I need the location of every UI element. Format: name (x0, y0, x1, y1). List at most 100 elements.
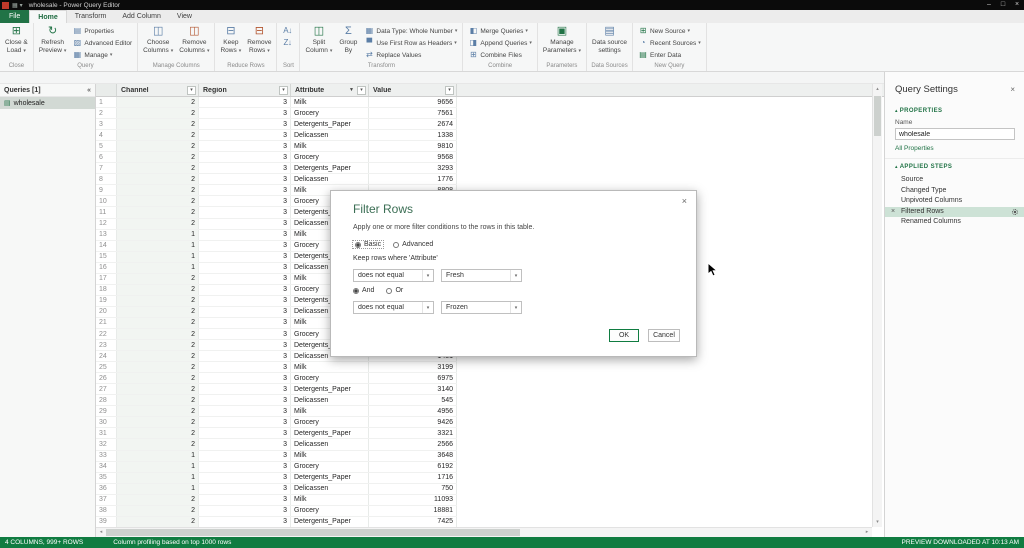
row-number[interactable]: 35 (96, 473, 117, 483)
tab-transform[interactable]: Transform (67, 10, 115, 23)
cell[interactable]: Milk (291, 495, 369, 505)
cell[interactable]: Grocery (291, 462, 369, 472)
cell[interactable]: 7561 (369, 108, 457, 118)
merge-queries-button[interactable]: ◧Merge Queries▾ (465, 25, 535, 37)
cell[interactable]: 3 (199, 230, 291, 240)
cell[interactable]: 3 (199, 252, 291, 262)
cell[interactable]: 3 (199, 351, 291, 361)
recent-sources-button[interactable]: ◔Recent Sources▾ (635, 37, 704, 49)
cell[interactable]: 2 (117, 351, 199, 361)
use-first-row-as-headers-button[interactable]: ▀Use First Row as Headers▾ (361, 37, 460, 49)
row-number[interactable]: 23 (96, 340, 117, 350)
row-number[interactable]: 5 (96, 141, 117, 151)
cell[interactable]: 2 (117, 130, 199, 140)
query-item-wholesale[interactable]: ▤wholesale (0, 97, 95, 109)
cell[interactable]: 2 (117, 517, 199, 527)
cell[interactable]: 2 (117, 307, 199, 317)
horizontal-scroll-thumb[interactable] (106, 529, 520, 536)
cell[interactable]: Delicassen (291, 439, 369, 449)
cell[interactable]: Milk (291, 451, 369, 461)
scroll-up-icon[interactable]: ▴ (873, 84, 882, 94)
basic-radio[interactable]: Basic (353, 241, 383, 248)
cell[interactable]: 3 (199, 219, 291, 229)
row-number[interactable]: 32 (96, 439, 117, 449)
cell[interactable]: 3 (199, 185, 291, 195)
cell[interactable]: 3 (199, 329, 291, 339)
cell[interactable]: Detergents_Paper (291, 384, 369, 394)
chevron-down-icon[interactable]: ▾ (510, 302, 521, 313)
row-number[interactable]: 10 (96, 196, 117, 206)
cell[interactable]: Milk (291, 97, 369, 107)
row-number[interactable]: 4 (96, 130, 117, 140)
scroll-right-icon[interactable]: ▸ (862, 528, 872, 537)
cell[interactable]: 2 (117, 373, 199, 383)
cell[interactable]: 2 (117, 185, 199, 195)
cell[interactable]: Milk (291, 362, 369, 372)
row-number[interactable]: 14 (96, 241, 117, 251)
cell[interactable]: 1 (117, 451, 199, 461)
cell[interactable]: 3 (199, 495, 291, 505)
cell[interactable]: 7425 (369, 517, 457, 527)
cell[interactable]: 18881 (369, 506, 457, 516)
cell[interactable]: Delicassen (291, 174, 369, 184)
cell[interactable]: Grocery (291, 506, 369, 516)
data-type-whole-number-button[interactable]: ▦Data Type: Whole Number▾ (361, 25, 460, 37)
row-number[interactable]: 6 (96, 152, 117, 162)
split-column-button[interactable]: ◫SplitColumn▾ (302, 24, 335, 62)
cell[interactable]: 3 (199, 108, 291, 118)
cell[interactable]: 3 (199, 207, 291, 217)
cell[interactable]: 2 (117, 274, 199, 284)
remove-columns-button[interactable]: ◫RemoveColumns▾ (176, 24, 212, 62)
cell[interactable]: 1 (117, 241, 199, 251)
column-filter-dropdown-icon[interactable]: ▾ (279, 86, 288, 95)
column-header-region[interactable]: Region▾ (199, 84, 291, 96)
cell[interactable]: 3 (199, 318, 291, 328)
cell[interactable]: 3 (199, 373, 291, 383)
vertical-scroll-thumb[interactable] (874, 96, 881, 136)
cell[interactable]: 6975 (369, 373, 457, 383)
cell[interactable]: 3 (199, 174, 291, 184)
replace-values-button[interactable]: ⇄Replace Values (361, 49, 460, 61)
cell[interactable]: Grocery (291, 373, 369, 383)
row-number[interactable]: 26 (96, 373, 117, 383)
dialog-close-icon[interactable]: × (682, 196, 687, 206)
row-number[interactable]: 15 (96, 252, 117, 262)
cell[interactable]: 1776 (369, 174, 457, 184)
group-by-button[interactable]: ΣGroupBy (335, 24, 361, 62)
cell[interactable]: 2 (117, 318, 199, 328)
remove-rows-button[interactable]: ⊟RemoveRows▾ (244, 24, 274, 62)
manage-parameters-button[interactable]: ▣ManageParameters▾ (540, 24, 584, 62)
cell[interactable]: Delicassen (291, 130, 369, 140)
chevron-down-icon[interactable]: ▾ (510, 270, 521, 281)
row-number[interactable]: 7 (96, 163, 117, 173)
cell[interactable]: 1 (117, 473, 199, 483)
cell[interactable]: 2 (117, 108, 199, 118)
row-number[interactable]: 8 (96, 174, 117, 184)
row-number[interactable]: 25 (96, 362, 117, 372)
cell[interactable]: 3648 (369, 451, 457, 461)
advanced-radio[interactable]: Advanced (393, 241, 433, 248)
or-radio[interactable]: Or (386, 287, 403, 294)
cell[interactable]: Delicassen (291, 395, 369, 405)
cell[interactable]: 2 (117, 174, 199, 184)
cell[interactable]: 3 (199, 517, 291, 527)
cell[interactable]: Milk (291, 141, 369, 151)
row-number[interactable]: 12 (96, 219, 117, 229)
row-number[interactable]: 18 (96, 285, 117, 295)
cell[interactable]: 3 (199, 395, 291, 405)
cell[interactable]: 3 (199, 296, 291, 306)
cell[interactable]: Grocery (291, 108, 369, 118)
cancel-button[interactable]: Cancel (648, 329, 680, 342)
row-number[interactable]: 3 (96, 119, 117, 129)
cell[interactable]: 2 (117, 340, 199, 350)
cell[interactable]: Detergents_Paper (291, 473, 369, 483)
cell[interactable]: 3 (199, 384, 291, 394)
cell[interactable]: 2 (117, 119, 199, 129)
properties-button[interactable]: ▤Properties (69, 25, 135, 37)
column-filter-dropdown-icon[interactable]: ▾ (187, 86, 196, 95)
cell[interactable]: 2 (117, 362, 199, 372)
append-queries-button[interactable]: ◨Append Queries▾ (465, 37, 535, 49)
cell[interactable]: 2 (117, 97, 199, 107)
close-button[interactable]: × (1010, 0, 1024, 10)
cell[interactable]: 9426 (369, 417, 457, 427)
